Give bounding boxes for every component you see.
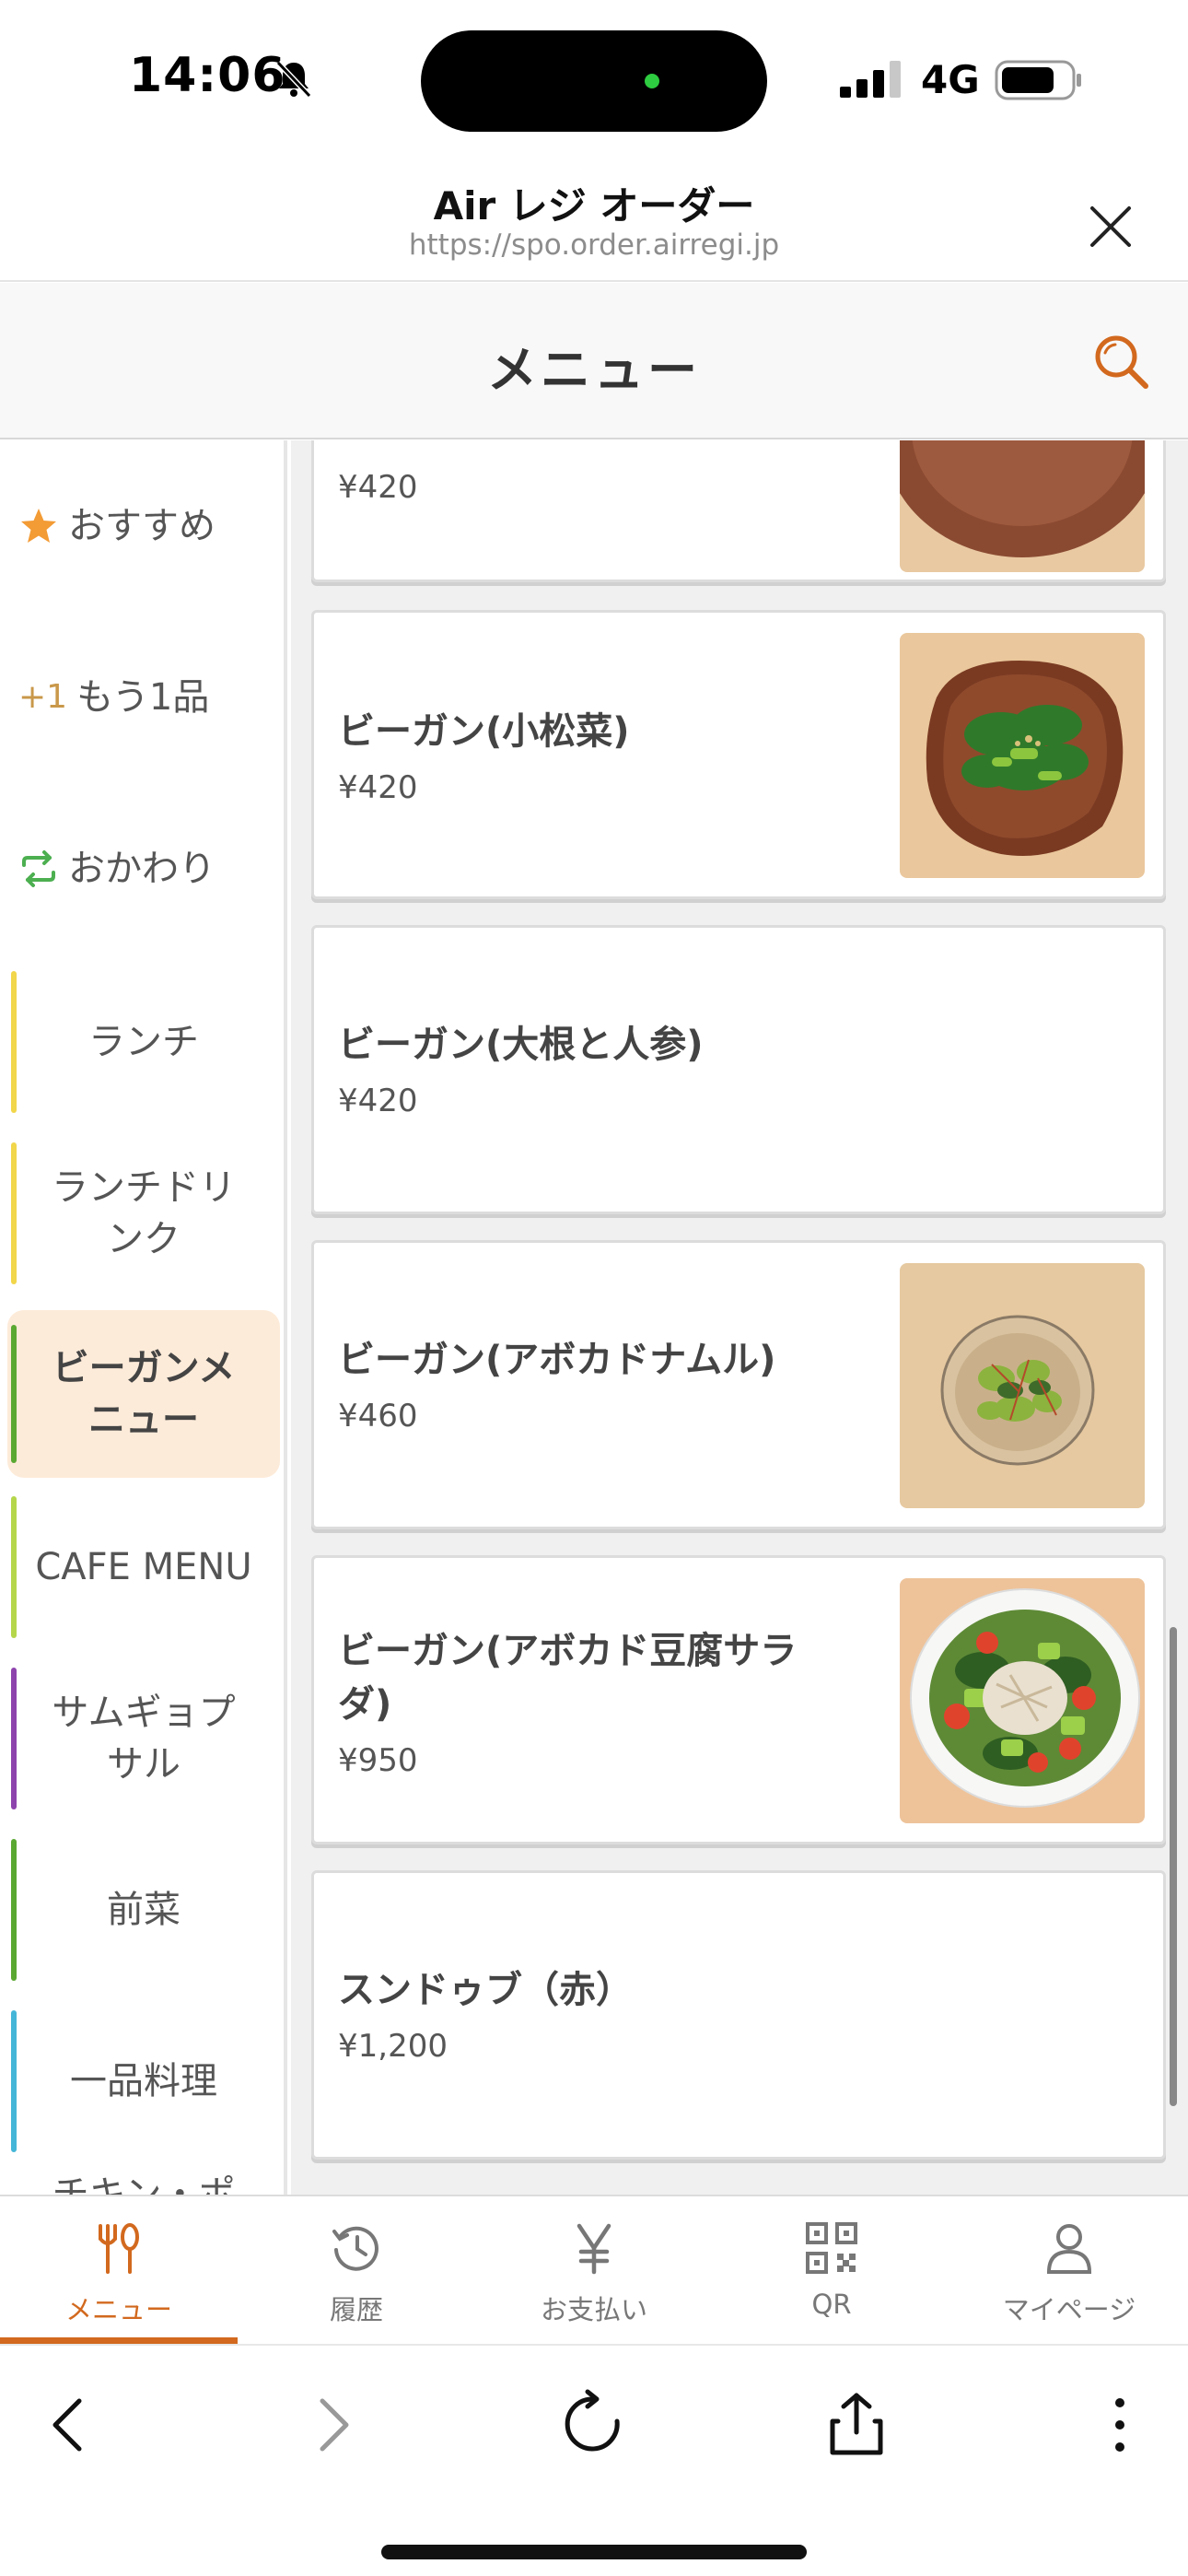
status-time: 14:06 — [129, 48, 286, 103]
category-lunch-drink[interactable]: ランチドリンク — [7, 1128, 280, 1299]
category-color-bar — [11, 2010, 17, 2152]
fork-knife-icon — [99, 2223, 139, 2274]
tab-history[interactable]: 履歴 — [238, 2196, 475, 2346]
item-image — [900, 1578, 1145, 1823]
tab-qr[interactable]: QR — [713, 2196, 950, 2346]
close-icon[interactable] — [1083, 199, 1138, 254]
category-chicken[interactable]: チキン・ポ — [7, 2167, 280, 2195]
item-name: ビーガン(アボカド豆腐サラ ダ) — [338, 1630, 798, 1726]
person-icon — [1046, 2224, 1092, 2274]
item-price: ¥420 — [338, 769, 418, 806]
category-lunch[interactable]: ランチ — [7, 956, 280, 1128]
forward-icon[interactable] — [295, 2388, 368, 2462]
item-price: ¥420 — [338, 469, 418, 506]
item-price: ¥1,200 — [338, 2028, 448, 2065]
yen-icon — [577, 2223, 611, 2275]
back-icon[interactable] — [33, 2388, 107, 2462]
reload-icon[interactable] — [556, 2388, 630, 2462]
category-label: 前菜 — [107, 1889, 181, 1931]
camera-indicator — [645, 74, 659, 88]
category-samgyeopsal[interactable]: サムギョプサル — [7, 1653, 280, 1824]
bell-muted-icon — [275, 60, 312, 99]
site-url: https://spo.order.airregi.jp — [408, 228, 780, 262]
item-name: ビーガン(小松菜) — [338, 710, 630, 753]
category-color-bar — [11, 1325, 17, 1463]
category-color-bar — [11, 971, 17, 1113]
category-label: おかわり — [68, 848, 215, 890]
category-label: もう1品 — [76, 676, 210, 719]
category-color-bar — [11, 1142, 17, 1284]
signal-icon — [840, 61, 901, 98]
page-header: メニュー — [0, 283, 1188, 439]
category-label: ビーガンメニュー — [52, 1347, 236, 1441]
item-name: ビーガン(アボカドナムル) — [338, 1339, 776, 1381]
more-icon[interactable] — [1083, 2388, 1157, 2462]
scrollbar[interactable] — [1170, 1627, 1177, 2106]
site-title: Air レジ オーダー — [433, 183, 755, 228]
tab-payment[interactable]: お支払い — [475, 2196, 713, 2346]
tab-menu[interactable]: メニュー — [0, 2196, 238, 2346]
category-label: サムギョプサル — [52, 1692, 236, 1786]
item-name: ビーガン(大根と人参) — [338, 1024, 704, 1066]
dynamic-island — [421, 30, 767, 132]
home-indicator — [381, 2545, 807, 2559]
plus-one-icon: +1 — [18, 678, 68, 716]
tab-label: お支払い — [540, 2294, 647, 2325]
bottom-tab-bar: メニュー 履歴 お支払い QR マイページ — [0, 2195, 1188, 2346]
category-label: CAFE MENU — [35, 1546, 252, 1588]
refresh-icon — [22, 850, 55, 887]
category-color-bar — [11, 1496, 17, 1638]
category-one-more[interactable]: +1 もう1品 — [7, 612, 280, 783]
category-vegan-menu[interactable]: ビーガンメニュー — [7, 1310, 280, 1478]
page-title: メニュー — [487, 341, 701, 399]
menu-item-card[interactable]: ビーガン(小松菜) ¥420 — [311, 610, 1166, 899]
star-icon — [21, 509, 56, 543]
item-image — [900, 633, 1145, 878]
category-label: おすすめ — [68, 505, 215, 547]
menu-item-card[interactable]: スンドゥブ（赤） ¥1,200 — [311, 1870, 1166, 2160]
menu-item-card[interactable]: ビーガン(アボカド豆腐サラ ダ) ¥950 — [311, 1555, 1166, 1844]
status-bar: 14:06 4G — [0, 0, 1188, 157]
tab-label: メニュー — [64, 2294, 172, 2325]
category-a-la-carte[interactable]: 一品料理 — [7, 1996, 280, 2167]
item-image — [900, 1263, 1145, 1508]
browser-header: Air レジ オーダー https://spo.order.airregi.jp — [0, 157, 1188, 282]
battery-icon — [995, 60, 1081, 100]
category-cafe-menu[interactable]: CAFE MENU — [7, 1481, 280, 1653]
item-price: ¥950 — [338, 1742, 418, 1779]
tab-label: QR — [811, 2289, 852, 2320]
network-label: 4G — [921, 57, 980, 102]
item-name: スンドゥブ（赤） — [338, 1969, 633, 2011]
tab-mypage[interactable]: マイページ — [950, 2196, 1188, 2346]
item-price: ¥420 — [338, 1083, 418, 1119]
share-icon[interactable] — [820, 2388, 893, 2462]
history-icon — [332, 2226, 379, 2271]
qr-icon — [806, 2222, 857, 2274]
menu-item-card[interactable]: ビーガン(大根と人参) ¥420 — [311, 925, 1166, 1214]
category-recommended[interactable]: おすすめ — [7, 440, 280, 612]
menu-item-list: ¥420 ビーガン(小松菜) ¥420 ビーガン(大根と人参) ¥420 ビーガ… — [291, 440, 1188, 2195]
category-sidebar: おすすめ +1 もう1品 おかわり ランチ ランチドリンク ビーガンメニュー C… — [0, 440, 287, 2195]
category-color-bar — [11, 1668, 17, 1809]
menu-item-card[interactable]: ¥420 — [311, 440, 1166, 582]
category-label: チキン・ポ — [52, 2173, 236, 2195]
menu-item-card[interactable]: ビーガン(アボカドナムル) ¥460 — [311, 1240, 1166, 1529]
search-icon[interactable] — [1090, 331, 1151, 392]
category-label: 一品料理 — [70, 2060, 217, 2102]
tab-label: 履歴 — [329, 2294, 383, 2325]
category-refill[interactable]: おかわり — [7, 783, 280, 954]
browser-toolbar — [0, 2344, 1188, 2576]
item-image — [900, 440, 1145, 572]
tab-label: マイページ — [1002, 2294, 1136, 2325]
category-color-bar — [11, 1839, 17, 1981]
category-label: ランチドリンク — [52, 1166, 236, 1260]
category-appetizer[interactable]: 前菜 — [7, 1824, 280, 1996]
category-label: ランチ — [88, 1021, 199, 1063]
item-price: ¥460 — [338, 1398, 418, 1434]
